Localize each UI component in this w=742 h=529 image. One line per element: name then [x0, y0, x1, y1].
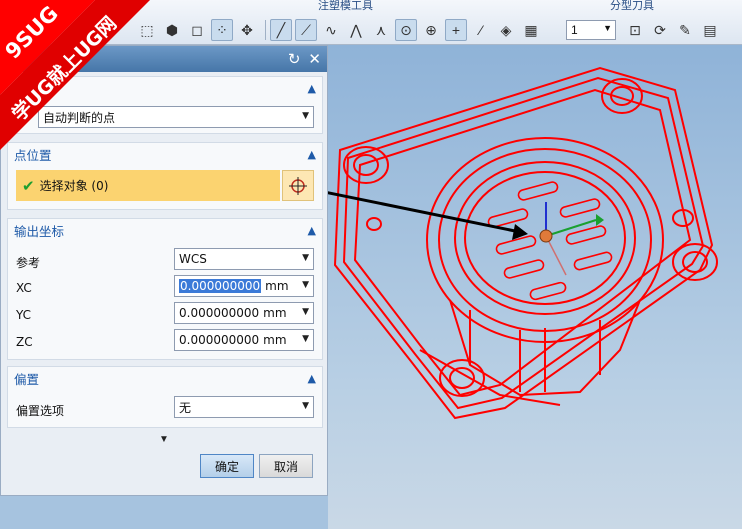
- zc-value: 0.000000000: [179, 333, 260, 347]
- point-section-title: 点位置: [14, 147, 52, 163]
- face-icon[interactable]: ◈: [495, 19, 517, 41]
- endpoint-icon[interactable]: ⟋: [295, 19, 317, 41]
- chevron-down-icon: ▼: [302, 401, 309, 411]
- offset-option-select[interactable]: 无 ▼: [174, 396, 314, 418]
- select-box-icon[interactable]: ⬚: [136, 19, 158, 41]
- line-icon[interactable]: ╱: [270, 19, 292, 41]
- check-icon: ✔: [22, 176, 35, 195]
- count-select[interactable]: 1 ▼: [566, 20, 616, 40]
- yc-input[interactable]: 0.000000000 mm ▼: [174, 302, 314, 324]
- toolbar-separator: [265, 20, 266, 40]
- yc-unit: mm: [263, 306, 287, 320]
- main-toolbar: 注塑模工具 分型刀具 ⬚ ⬢ ◻ ⁘ ✥ ╱ ⟋ ∿ ⋀ ⋏ ⊙ ⊕ + ⁄ ◈…: [0, 0, 742, 45]
- select-object-bar[interactable]: ✔ 选择对象 (0): [16, 170, 280, 201]
- collapse-icon[interactable]: ▲: [308, 224, 316, 237]
- plate-outline: [333, 66, 714, 420]
- xc-value: 0.000000000: [179, 279, 262, 293]
- model-wireframe: [328, 66, 718, 420]
- collapse-icon[interactable]: ▲: [308, 82, 316, 95]
- point-type-select[interactable]: 自动判断的点 ▼: [38, 106, 314, 128]
- offset-option-value: 无: [179, 400, 192, 415]
- reference-label: 参考: [16, 256, 41, 270]
- dialog-title-bar: ↻ ✕: [1, 46, 327, 72]
- move-icon[interactable]: ✥: [236, 19, 258, 41]
- more-options-icon[interactable]: ▼: [159, 434, 169, 445]
- table-icon[interactable]: ▤: [699, 19, 721, 41]
- toolbar-group-label-mold-tools: 注塑模工具: [318, 0, 373, 12]
- plate-pocket: [353, 88, 692, 397]
- offset-section: 偏置 ▲ 偏置选项 无 ▼: [7, 366, 323, 428]
- output-section-header[interactable]: 输出坐标 ▲: [8, 219, 322, 241]
- yc-label: YC: [16, 308, 32, 322]
- crosshair-icon: [289, 176, 307, 195]
- count-select-value: 1: [571, 23, 578, 37]
- xc-label: XC: [16, 281, 32, 295]
- ok-button[interactable]: 确定: [200, 454, 254, 478]
- point-dialog-button[interactable]: [282, 170, 314, 201]
- brush-icon[interactable]: ✎: [674, 19, 696, 41]
- chevron-down-icon: ▼: [302, 111, 309, 121]
- point-on-curve-icon[interactable]: ⁄: [470, 19, 492, 41]
- point-location-section: 点位置 ▲ ✔ 选择对象 (0): [7, 142, 323, 210]
- shaded-icon[interactable]: ◻: [186, 19, 208, 41]
- circle-center-icon[interactable]: ⊙: [395, 19, 417, 41]
- collapse-icon[interactable]: ▲: [308, 372, 316, 385]
- xc-unit: mm: [265, 279, 289, 293]
- select-object-label: 选择对象 (0): [39, 179, 109, 193]
- quadrant-icon[interactable]: ⊕: [420, 19, 442, 41]
- point-dialog: ↻ ✕ ▲ 自动判断的点 ▼ 点位置 ▲ ✔ 选择对象 (0) 输出坐标 ▲ 参…: [0, 45, 328, 496]
- snap-points-icon[interactable]: ⁘: [211, 19, 233, 41]
- tangent-icon[interactable]: ⋏: [370, 19, 392, 41]
- toolbar-right-icons: ⊡ ⟳ ✎ ▤: [624, 19, 724, 41]
- xc-input[interactable]: 0.000000000 mm ▼: [174, 275, 314, 297]
- toolbar-icon-row: ⬚ ⬢ ◻ ⁘ ✥ ╱ ⟋ ∿ ⋀ ⋏ ⊙ ⊕ + ⁄ ◈ ▦: [136, 19, 545, 41]
- point-section-header[interactable]: 点位置 ▲: [8, 143, 322, 165]
- output-section-title: 输出坐标: [14, 223, 65, 239]
- offset-section-title: 偏置: [14, 371, 40, 387]
- yc-value: 0.000000000: [179, 306, 260, 320]
- chevron-down-icon[interactable]: ▼: [302, 280, 309, 290]
- output-coords-section: 输出坐标 ▲ 参考 WCS ▼ XC 0.000000000 mm ▼ YC 0…: [7, 218, 323, 360]
- reference-value: WCS: [179, 252, 207, 266]
- chevron-down-icon: ▼: [603, 23, 612, 33]
- chevron-down-icon[interactable]: ▼: [302, 307, 309, 317]
- zc-input[interactable]: 0.000000000 mm ▼: [174, 329, 314, 351]
- reset-icon[interactable]: ↻: [288, 50, 301, 68]
- close-icon[interactable]: ✕: [308, 50, 321, 68]
- type-section: ▲ 自动判断的点 ▼: [7, 76, 323, 134]
- grid-icon[interactable]: ▦: [520, 19, 542, 41]
- zc-label: ZC: [16, 335, 33, 349]
- point-type-value: 自动判断的点: [43, 110, 116, 125]
- graphics-viewport[interactable]: [328, 45, 742, 529]
- shaded-edge-icon[interactable]: ⬢: [161, 19, 183, 41]
- reference-select[interactable]: WCS ▼: [174, 248, 314, 270]
- cancel-button[interactable]: 取消: [259, 454, 313, 478]
- offset-option-label: 偏置选项: [16, 404, 65, 418]
- collapse-icon[interactable]: ▲: [308, 148, 316, 161]
- vertex-icon[interactable]: ⋀: [345, 19, 367, 41]
- type-section-header[interactable]: ▲: [8, 77, 322, 99]
- chevron-down-icon: ▼: [302, 253, 309, 263]
- chevron-down-icon[interactable]: ▼: [302, 334, 309, 344]
- offset-section-header[interactable]: 偏置 ▲: [8, 367, 322, 389]
- zc-unit: mm: [263, 333, 287, 347]
- plate-inner-outline: [342, 76, 705, 410]
- zoom-fit-icon[interactable]: ⊡: [624, 19, 646, 41]
- intersection-icon[interactable]: +: [445, 19, 467, 41]
- refresh-icon[interactable]: ⟳: [649, 19, 671, 41]
- toolbar-group-label-parting-tools: 分型刀具: [610, 0, 654, 12]
- curve-icon[interactable]: ∿: [320, 19, 342, 41]
